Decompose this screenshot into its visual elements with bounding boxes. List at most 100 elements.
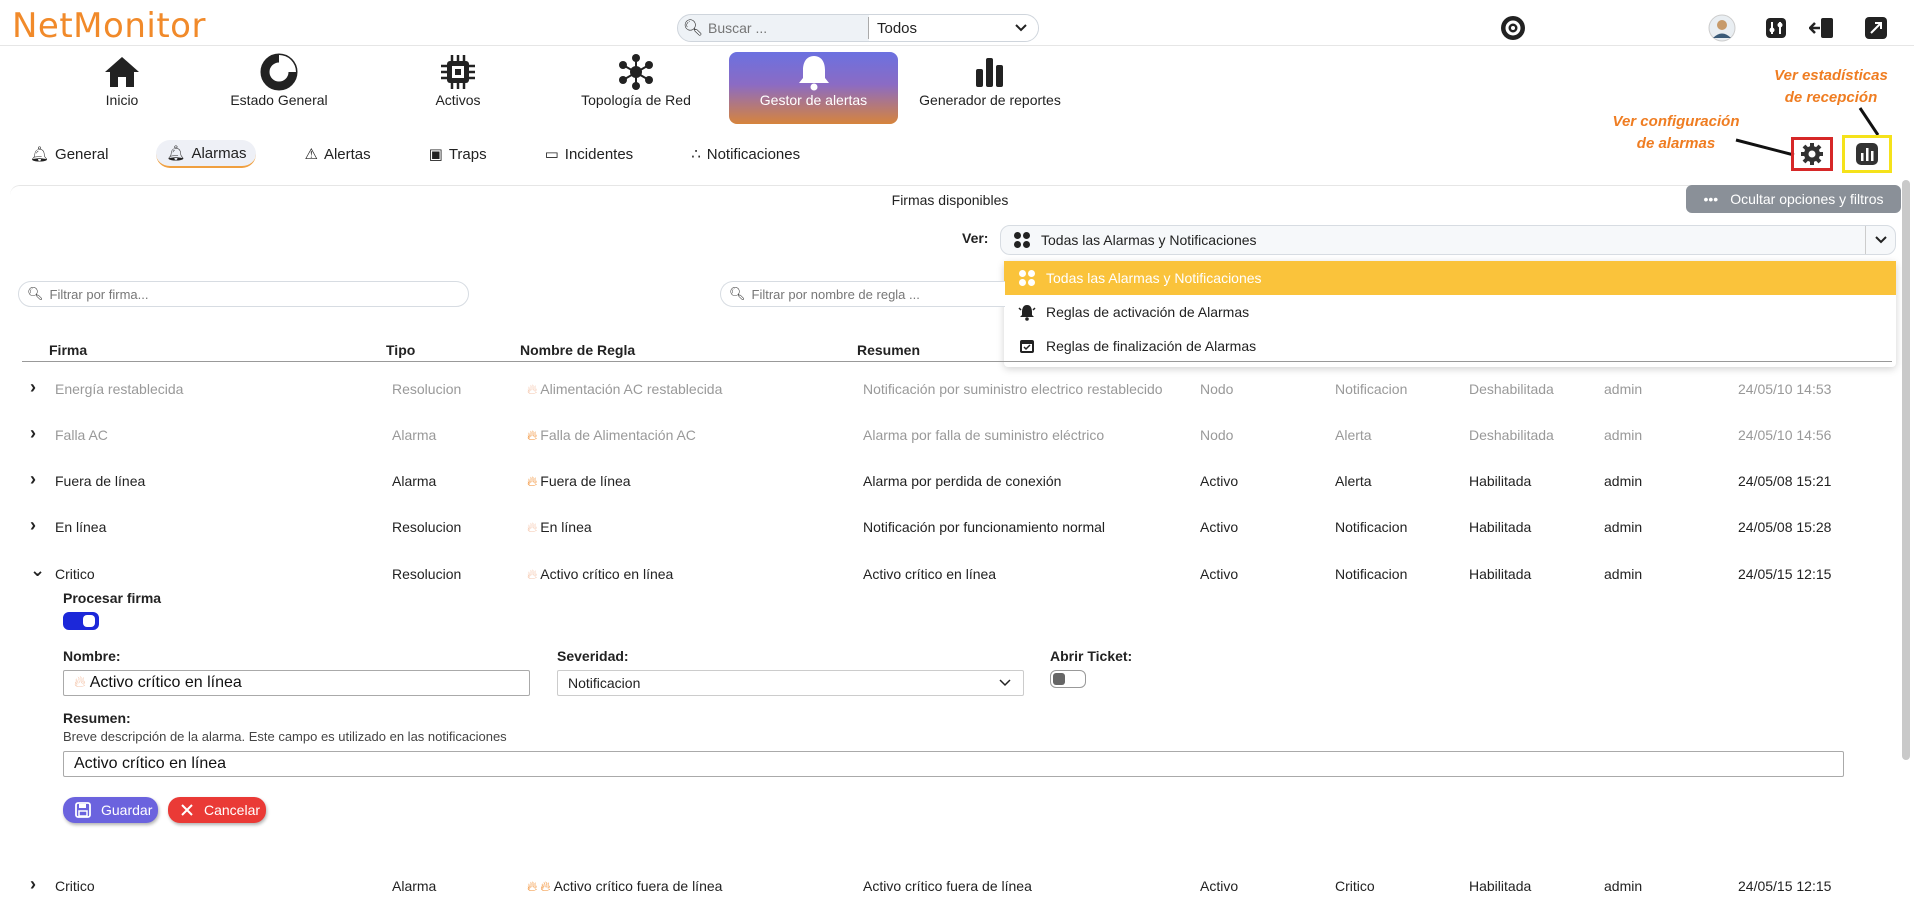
close-icon: [181, 804, 193, 816]
cancelar-button[interactable]: Cancelar: [168, 797, 266, 823]
reception-stats-button[interactable]: [1842, 135, 1892, 173]
guardar-button[interactable]: Guardar: [63, 797, 158, 823]
table-row[interactable]: › Falla AC Alarma 🔥︎ Falla de Alimentación A…: [22, 423, 1892, 451]
cell-resumen: Alarma por perdida de conexión: [863, 473, 1062, 489]
search-input[interactable]: [708, 20, 868, 36]
app-logo[interactable]: NetMonitor: [12, 6, 206, 46]
cell-regla: 🔥︎ Fuera de línea: [527, 473, 631, 489]
cell-tipo: Alarma: [392, 427, 437, 443]
col-regla[interactable]: Nombre de Regla: [520, 342, 635, 358]
abrir-ticket-label: Abrir Ticket:: [1050, 648, 1133, 664]
expand-window-icon[interactable]: [1862, 14, 1890, 42]
fire-icon: 🔥︎: [527, 473, 538, 489]
nav-label: Estado General: [230, 92, 328, 108]
ver-selected-value: Todas las Alarmas y Notificaciones: [1041, 232, 1257, 248]
tab-incidentes[interactable]: ▭ Incidentes: [535, 140, 644, 168]
table-row[interactable]: › Critico Alarma 🔥︎ 🔥︎ Activo crítico fuera d…: [22, 874, 1892, 902]
ver-select[interactable]: Todas las Alarmas y Notificaciones: [1000, 225, 1896, 255]
tab-traps[interactable]: ▣ Traps: [419, 140, 497, 168]
nav-activos[interactable]: Activos: [410, 52, 506, 124]
ver-label: Ver:: [962, 230, 989, 246]
abrir-ticket-toggle[interactable]: [1050, 670, 1086, 688]
chevron-right-icon[interactable]: ›: [30, 469, 36, 490]
tab-notificaciones[interactable]: ∴ Notificaciones: [681, 140, 810, 168]
nav-reportes[interactable]: Generador de reportes: [915, 52, 1065, 124]
cell-fecha: 24/05/15 12:15: [1738, 878, 1832, 894]
chevron-down-icon[interactable]: ⌄: [30, 560, 45, 581]
cell-firma: Critico: [55, 878, 95, 894]
cell-resumen: Activo crítico en línea: [863, 566, 997, 582]
chevron-right-icon[interactable]: ›: [30, 874, 36, 895]
ver-option-activacion[interactable]: Reglas de activación de Alarmas: [1004, 295, 1896, 329]
col-firma[interactable]: Firma: [49, 342, 87, 358]
severidad-select[interactable]: Notificacion: [557, 670, 1024, 696]
logout-icon[interactable]: [1808, 14, 1836, 42]
settings-gear-icon[interactable]: [1499, 14, 1527, 42]
cell-usuario: admin: [1604, 473, 1643, 489]
cell-regla: 🔥︎ Falla de Alimentación AC: [527, 427, 696, 443]
search-icon: 🔍︎: [682, 20, 704, 37]
chip-icon: [410, 52, 506, 92]
sliders-icon[interactable]: [1762, 14, 1790, 42]
cell-severidad: Critico: [1335, 878, 1375, 894]
vertical-scrollbar[interactable]: [1902, 180, 1910, 760]
chevron-right-icon[interactable]: ›: [30, 423, 36, 444]
nav-inicio[interactable]: Inicio: [72, 52, 172, 124]
firma-filter-placeholder: Filtrar por firma...: [49, 286, 149, 302]
tab-general[interactable]: 🔔︎ General: [20, 140, 118, 168]
search-scope-select[interactable]: Todos: [869, 15, 1038, 41]
procesar-firma-toggle[interactable]: [63, 612, 99, 630]
cell-estado: Deshabilitada: [1469, 381, 1554, 397]
alarm-config-button[interactable]: [1791, 137, 1833, 171]
nav-estado-general[interactable]: Estado General: [224, 52, 334, 124]
cell-firma: Falla AC: [55, 427, 108, 443]
nombre-input[interactable]: 🔥︎ Activo crítico en línea: [63, 670, 530, 696]
cell-regla: 🔥︎ Alimentación AC restablecida: [527, 381, 723, 397]
fire-icon: 🔥︎: [540, 878, 551, 894]
chevron-down-icon[interactable]: [1865, 226, 1895, 254]
cell-tipo: Alarma: [392, 473, 437, 489]
table-row[interactable]: ⌄ Critico Resolucion 🔥︎ Activo crítico en lí…: [22, 560, 1892, 590]
search-icon: 🔍︎: [27, 286, 44, 301]
cell-ambito: Activo: [1200, 519, 1239, 535]
regla-filter-placeholder: Filtrar por nombre de regla ...: [751, 286, 920, 302]
col-resumen[interactable]: Resumen: [857, 342, 920, 358]
cell-tipo: Resolucion: [392, 381, 462, 397]
cell-severidad: Alerta: [1335, 473, 1372, 489]
table-row[interactable]: › Fuera de línea Alarma 🔥︎ Fuera de línea Ala…: [22, 469, 1892, 497]
cell-severidad: Alerta: [1335, 427, 1372, 443]
cell-estado: Habilitada: [1469, 473, 1532, 489]
nav-topologia[interactable]: Topología de Red: [573, 52, 699, 124]
save-icon: [75, 802, 91, 818]
nav-label: Gestor de alertas: [759, 92, 868, 108]
cell-fecha: 24/05/15 12:15: [1738, 566, 1832, 582]
resumen-input[interactable]: Activo crítico en línea: [63, 751, 1844, 777]
chevron-down-icon: [1015, 24, 1027, 32]
chevron-right-icon[interactable]: ›: [30, 377, 36, 398]
nav-gestor-alertas[interactable]: Gestor de alertas: [729, 52, 898, 124]
nombre-label: Nombre:: [63, 648, 121, 664]
firmas-title: Firmas disponibles: [10, 185, 1890, 213]
fire-icon: 🔥︎: [527, 566, 538, 582]
cell-resumen: Notificación por funcionamiento normal: [863, 519, 1106, 535]
grid-icon: [1014, 232, 1030, 248]
table-row[interactable]: › Energía restablecida Resolucion 🔥︎ Aliment…: [22, 377, 1892, 405]
cell-ambito: Activo: [1200, 473, 1239, 489]
stats-chart-icon: [1856, 143, 1878, 165]
col-tipo[interactable]: Tipo: [386, 342, 415, 358]
cell-usuario: admin: [1604, 519, 1643, 535]
fire-icon: 🔥︎: [527, 427, 538, 443]
search-scope-value: Todos: [877, 19, 918, 37]
toggle-filters-button[interactable]: ••• Ocultar opciones y filtros: [1686, 185, 1901, 213]
tab-alertas[interactable]: ⚠ Alertas: [294, 140, 380, 168]
chevron-right-icon[interactable]: ›: [30, 515, 36, 536]
cell-fecha: 24/05/10 14:53: [1738, 381, 1832, 397]
tab-alarmas[interactable]: 🔔︎ Alarmas: [156, 140, 257, 168]
user-avatar[interactable]: [1708, 14, 1736, 42]
fire-icon: 🔥︎: [527, 381, 538, 397]
ver-option-todas[interactable]: Todas las Alarmas y Notificaciones: [1004, 261, 1896, 295]
regla-filter[interactable]: 🔍︎ Filtrar por nombre de regla ...: [720, 281, 1005, 307]
donut-chart-icon: [224, 52, 334, 92]
firma-filter[interactable]: 🔍︎ Filtrar por firma...: [18, 281, 469, 307]
table-row[interactable]: › En línea Resolucion 🔥︎ En línea Notificació…: [22, 515, 1892, 543]
